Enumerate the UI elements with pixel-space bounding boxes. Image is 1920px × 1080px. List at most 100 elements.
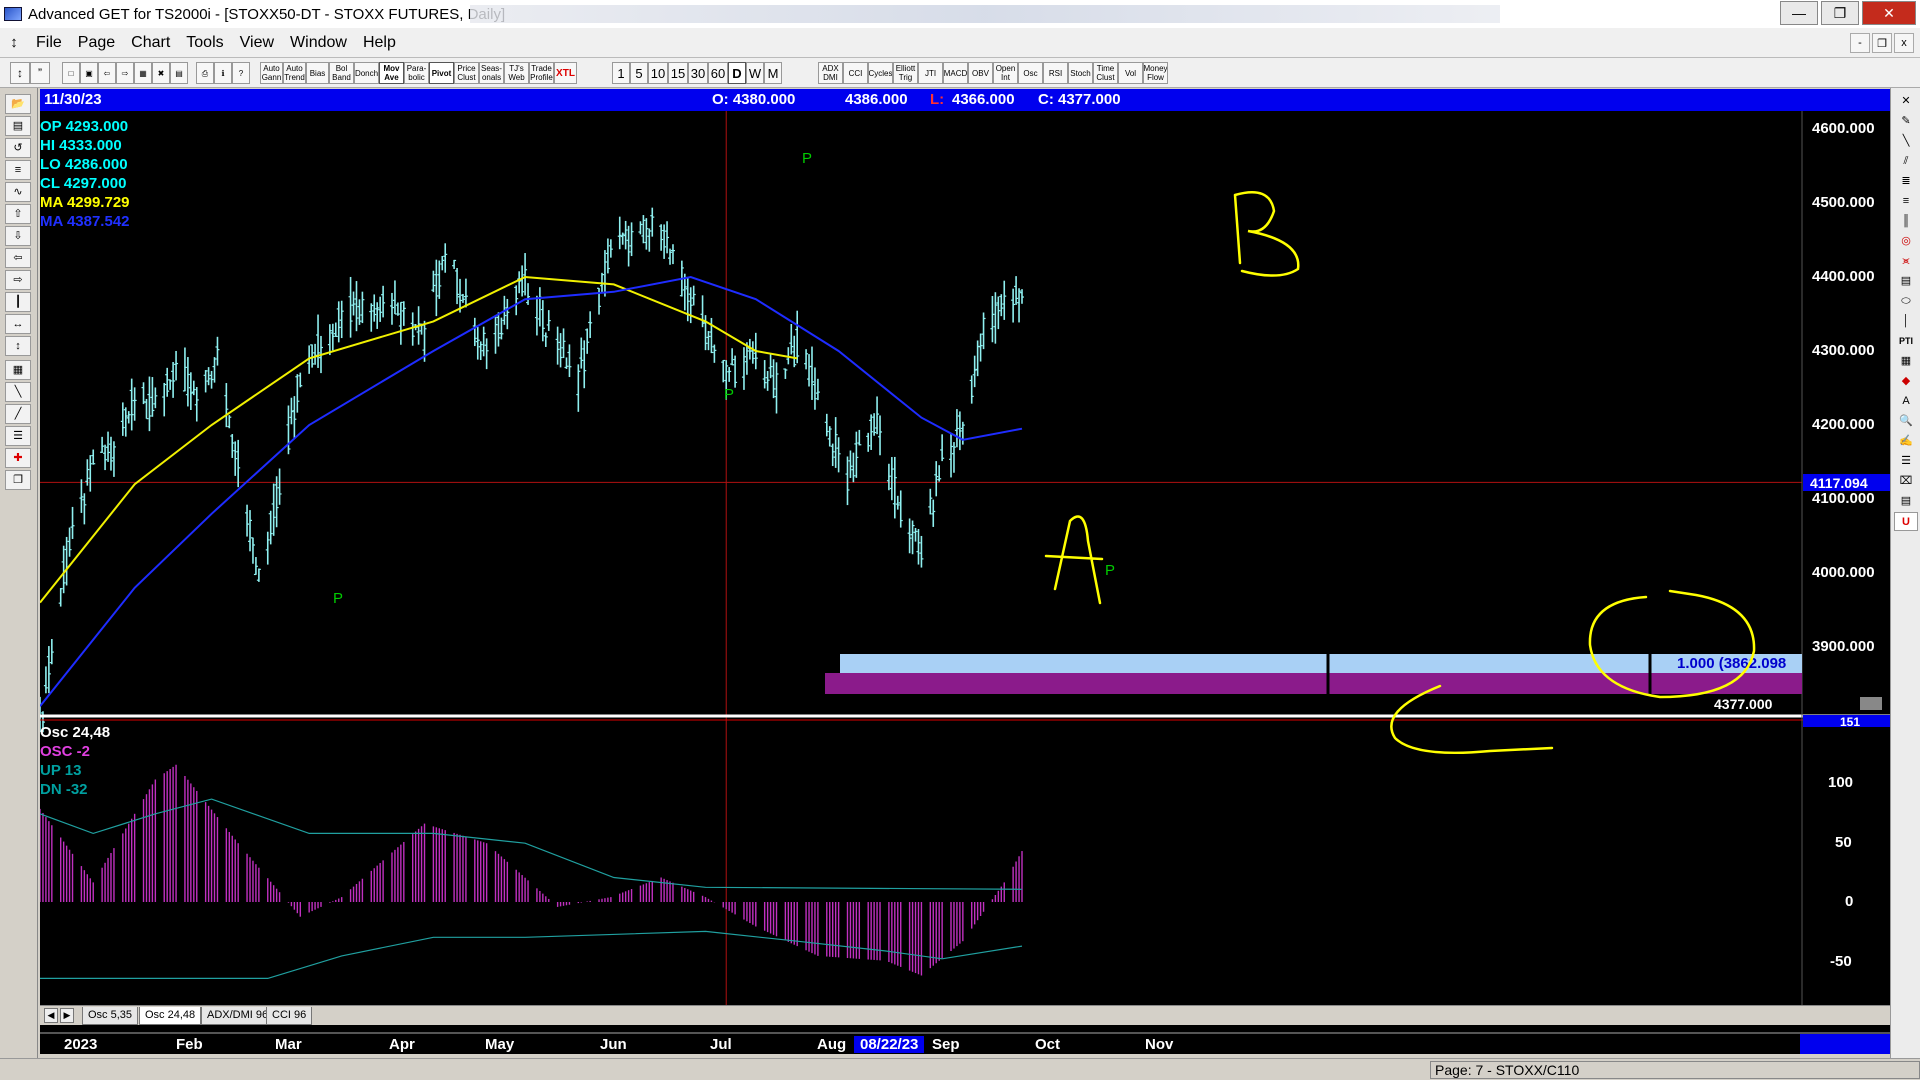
ellipse-icon[interactable]: ⬭ [1894,292,1918,311]
line-icon[interactable]: ╲ [1894,132,1918,151]
text-box-icon[interactable]: ▤ [1894,272,1918,291]
mdi-minimize-button[interactable]: - [1850,33,1870,53]
pti-icon[interactable]: PTI [1894,332,1918,351]
arrow-right-icon[interactable]: ⇨ [5,270,31,290]
period-weekly-button[interactable]: W [746,62,764,84]
new-page-icon[interactable]: □ [62,62,80,84]
mov-ave-button[interactable]: Mov Ave [379,62,404,84]
period-monthly-button[interactable]: M [764,62,782,84]
grid-icon[interactable]: ▦ [134,62,152,84]
cursor-tool-icon[interactable]: ↕ [10,62,30,84]
projection-zone-purple[interactable] [825,673,1802,694]
tab-osc-5-35[interactable]: Osc 5,35 [82,1007,139,1025]
adx-dmi-button[interactable]: ADX DMI [818,62,843,84]
tjs-web-button[interactable]: TJ's Web [504,62,529,84]
vol-button[interactable]: Vol [1118,62,1143,84]
auto-trend-button[interactable]: Auto Trend [283,62,306,84]
tab-scroll-left-icon[interactable]: ◀ [44,1008,58,1023]
arrow-left-icon[interactable]: ⇦ [5,248,31,268]
elliott-icon[interactable]: ∿ [5,182,31,202]
forward-icon[interactable]: ⇨ [116,62,134,84]
mdi-close-button[interactable]: x [1894,33,1914,53]
mob-icon[interactable]: ◆ [1894,372,1918,391]
open-int-button[interactable]: Open Int [993,62,1018,84]
undo-icon[interactable]: U [1894,512,1918,531]
scroll-grip-icon[interactable] [1860,697,1882,710]
tile-icon[interactable]: ▤ [170,62,188,84]
fib-ret-icon[interactable]: ≣ [1894,172,1918,191]
bias-button[interactable]: Bias [306,62,329,84]
osc-button[interactable]: Osc [1018,62,1043,84]
expand-vertical-icon[interactable]: ↕ [5,336,31,356]
print-icon[interactable]: ⎙ [196,62,214,84]
tab-cci-96[interactable]: CCI 96 [266,1007,313,1025]
date-axis[interactable]: 2023 Feb Mar Apr May Jun Jul Aug 08/22/2… [40,1032,1890,1054]
price-chart[interactable]: OP 4293.000 HI 4333.000 LO 4286.000 CL 4… [40,111,1890,1036]
grid-tool-icon[interactable]: ▦ [1894,352,1918,371]
lines-icon[interactable]: ╲ [5,382,31,402]
fan-icon[interactable]: ⪤ [1894,252,1918,271]
tab-adx-dmi-96[interactable]: ADX/DMI 96 [201,1007,275,1025]
reset-icon[interactable]: ↺ [5,138,31,158]
stoch-button[interactable]: Stoch [1068,62,1093,84]
projection-zone-blue[interactable] [840,654,1802,673]
delete-icon[interactable]: ✖ [152,62,170,84]
expand-horizontal-icon[interactable]: ↔ [5,314,31,334]
hint-icon[interactable]: ℹ [214,62,232,84]
money-flow-button[interactable]: Money Flow [1143,62,1168,84]
period-1-button[interactable]: 1 [612,62,630,84]
open-page-icon[interactable]: ▣ [80,62,98,84]
dashboard-icon[interactable]: ▤ [5,116,31,136]
channel-icon[interactable]: ⫽ [1894,152,1918,171]
mdi-restore-button[interactable]: ❐ [1872,33,1892,53]
back-icon[interactable]: ⇦ [98,62,116,84]
time-clust-button[interactable]: Time Clust [1093,62,1118,84]
jti-button[interactable]: JTI [918,62,943,84]
period-60-button[interactable]: 60 [708,62,728,84]
cci-button[interactable]: CCI [843,62,868,84]
gann-icon[interactable]: ╱ [5,404,31,424]
cycles-button[interactable]: Cycles [868,62,893,84]
crosshair-icon[interactable]: ✚ [5,448,31,468]
zoom-icon[interactable]: 🔍 [1894,412,1918,431]
menu-file[interactable]: File [28,34,70,52]
spiral-icon[interactable]: ◎ [1894,232,1918,251]
period-30-button[interactable]: 30 [688,62,708,84]
help-icon[interactable]: ? [232,62,250,84]
menu-window[interactable]: Window [282,34,355,52]
quote-tool-icon[interactable]: ” [30,62,50,84]
fib-ext-icon[interactable]: ≡ [1894,192,1918,211]
paint-icon[interactable]: ✍ [1894,432,1918,451]
arrow-up-icon[interactable]: ⇧ [5,204,31,224]
trade-profile-button[interactable]: Trade Profile [529,62,554,84]
properties-icon[interactable]: ▤ [1894,492,1918,511]
fib-time-icon[interactable]: ║ [1894,212,1918,231]
parabolic-button[interactable]: Para-bolic [404,62,429,84]
tab-scroll-right-icon[interactable]: ▶ [60,1008,74,1023]
erase-icon[interactable]: ⌧ [1894,472,1918,491]
seasonals-button[interactable]: Seas-onals [479,62,504,84]
ruler-icon[interactable]: │ [1894,312,1918,331]
menu-view[interactable]: View [232,34,282,52]
period-15-button[interactable]: 15 [668,62,688,84]
menu-page[interactable]: Page [70,34,123,52]
period-daily-button[interactable]: D [728,62,746,84]
table-icon[interactable]: ▦ [5,360,31,380]
xtl-button[interactable]: XTL [554,62,577,84]
price-clust-button[interactable]: Price Clust [454,62,479,84]
open-folder-icon[interactable]: 📂 [5,94,31,114]
pivot-button[interactable]: Pivot [429,62,454,84]
rsi-button[interactable]: RSI [1043,62,1068,84]
donch-button[interactable]: Donch [354,62,379,84]
bol-band-button[interactable]: Bol Band [329,62,354,84]
period-5-button[interactable]: 5 [630,62,648,84]
menu-help[interactable]: Help [355,34,404,52]
chart-area[interactable]: OP 4293.000 HI 4333.000 LO 4286.000 CL 4… [40,111,1890,1036]
tab-osc-24-48[interactable]: Osc 24,48 [139,1007,202,1025]
fib-icon[interactable]: ☰ [5,426,31,446]
text-icon[interactable]: A [1894,392,1918,411]
copy-icon[interactable]: ❐ [5,470,31,490]
pencil-icon[interactable]: ✎ [1894,112,1918,131]
maximize-button[interactable]: ❐ [1821,1,1859,25]
list-icon[interactable]: ☰ [1894,452,1918,471]
